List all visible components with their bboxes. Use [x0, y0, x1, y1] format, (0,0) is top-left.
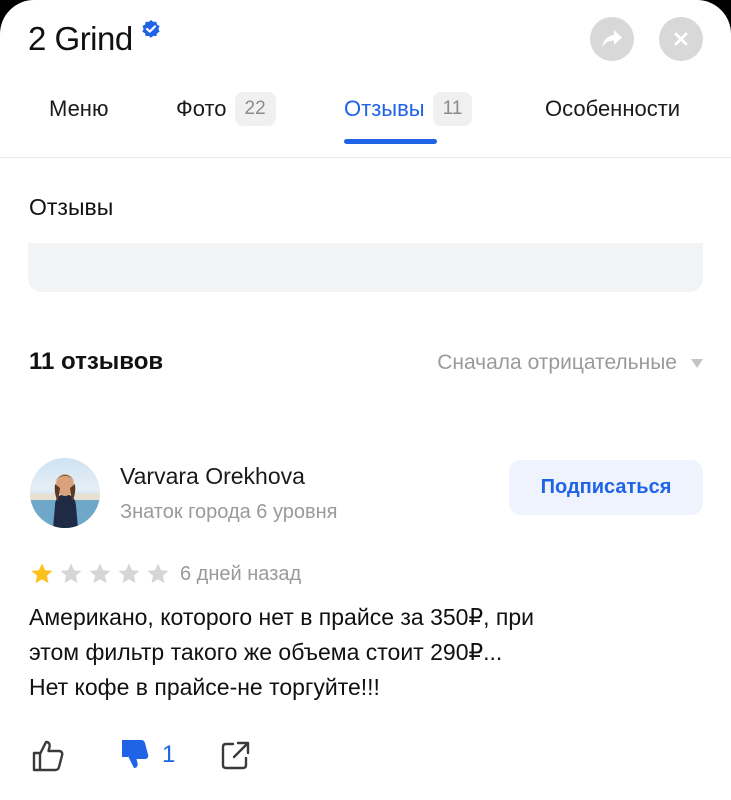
dislike-button[interactable]: 1 — [118, 736, 175, 774]
close-icon — [674, 32, 688, 46]
sort-dropdown[interactable]: Сначала отрицательные — [437, 351, 703, 375]
review-text: Американо, которого нет в прайсе за 350₽… — [29, 600, 709, 705]
rating-summary-box — [28, 243, 703, 292]
author-name[interactable]: Varvara Orekhova — [120, 463, 305, 490]
place-card-panel: 2 Grind Меню Фото 22 Отзывы 11 Особеннос… — [0, 0, 731, 800]
share-button[interactable] — [590, 17, 634, 61]
tab-label: Особенности — [545, 96, 681, 121]
tab-reviews[interactable]: Отзывы 11 — [344, 88, 473, 130]
dislike-count: 1 — [162, 741, 176, 768]
tab-menu[interactable]: Меню — [49, 88, 108, 130]
tab-count-badge: 22 — [234, 92, 276, 126]
star-empty-icon — [89, 563, 111, 584]
avatar-photo — [30, 474, 100, 528]
active-tab-indicator — [344, 139, 437, 144]
tab-photo[interactable]: Фото 22 — [176, 88, 276, 130]
review-text-line: Нет кофе в прайсе-не торгуйте!!! — [29, 674, 380, 700]
tab-count-badge: 11 — [432, 92, 473, 126]
close-button[interactable] — [659, 17, 703, 61]
reviews-count-row: 11 отзывов Сначала отрицательные — [29, 345, 703, 381]
review-date: 6 дней назад — [180, 563, 302, 585]
tab-bar: Меню Фото 22 Отзывы 11 Особенности — [0, 88, 731, 158]
reviews-count: 11 отзывов — [29, 348, 164, 375]
star-empty-icon — [60, 563, 82, 584]
tab-features[interactable]: Особенности — [545, 88, 680, 130]
star-empty-icon — [118, 563, 140, 584]
section-title: Отзывы — [29, 194, 114, 220]
share-review-button[interactable] — [218, 736, 252, 774]
external-share-icon — [221, 741, 250, 770]
thumbs-up-icon — [32, 740, 64, 772]
caret-down-icon — [691, 358, 703, 368]
review-text-line: этом фильтр такого же объема стоит 290₽.… — [29, 639, 503, 665]
subscribe-button[interactable]: Подписаться — [509, 460, 703, 515]
header: 2 Grind — [28, 16, 161, 62]
author-level: Знаток города 6 уровня — [120, 501, 338, 523]
star-filled-icon — [31, 563, 53, 584]
rating-stars — [30, 562, 175, 586]
like-button[interactable] — [30, 736, 66, 774]
share-arrow-icon — [602, 30, 622, 48]
star-empty-icon — [147, 563, 169, 584]
avatar[interactable] — [30, 458, 100, 528]
place-title: 2 Grind — [28, 20, 133, 57]
sort-label: Сначала отрицательные — [437, 351, 677, 374]
tab-label: Меню — [49, 96, 109, 121]
tab-label: Фото — [176, 96, 227, 121]
tab-label: Отзывы — [344, 96, 425, 121]
thumbs-down-icon — [122, 740, 149, 768]
verified-check-icon — [142, 20, 160, 38]
review-text-line: Американо, которого нет в прайсе за 350₽… — [29, 604, 534, 630]
